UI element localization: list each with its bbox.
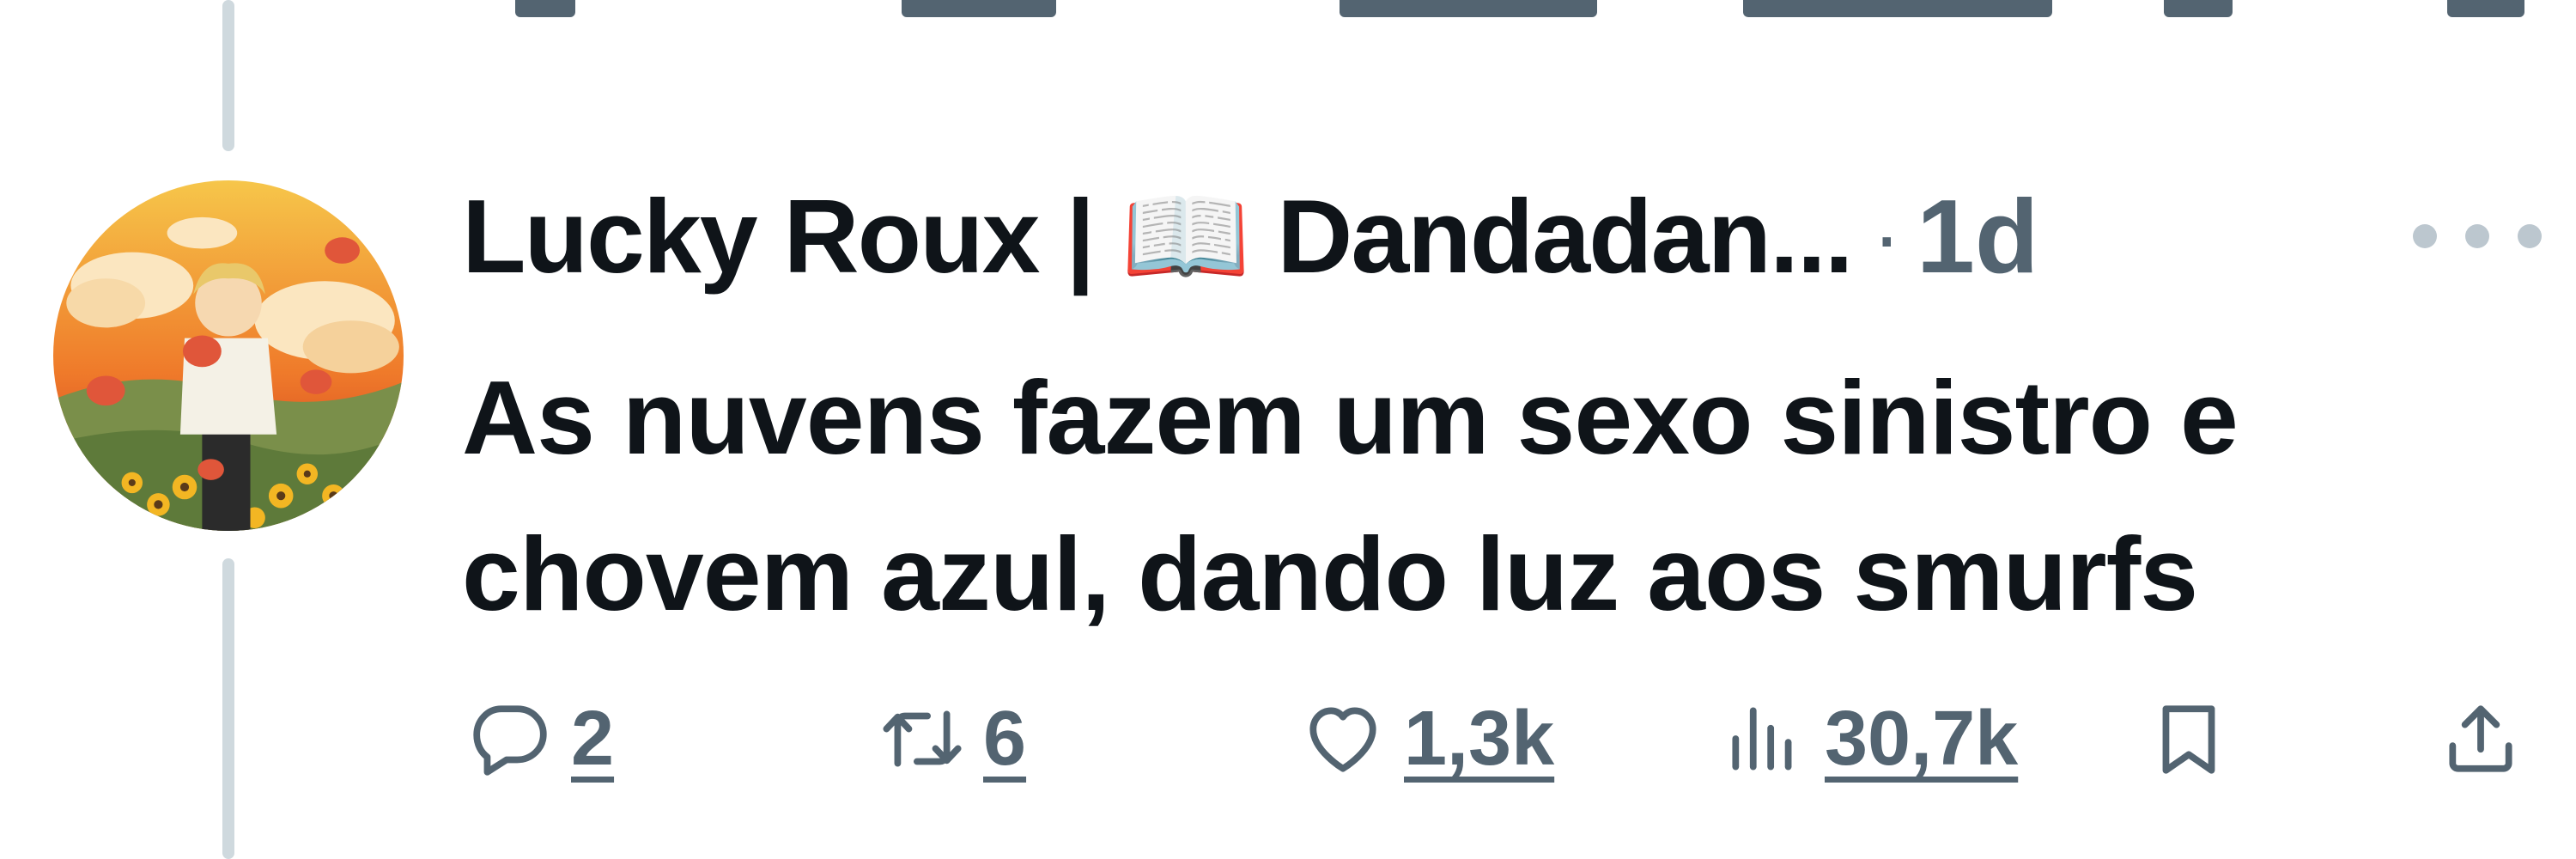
like-count: 1,3k [1404, 695, 1555, 782]
author-display-name[interactable]: Lucky Roux | 📖 Dandadan... [462, 175, 1854, 298]
prev-like-fragment [1340, 0, 1597, 17]
reply-button[interactable]: 2 [468, 687, 614, 790]
prev-views-fragment [1743, 0, 2052, 17]
more-dot [2413, 224, 2437, 248]
heart-icon [1309, 707, 1376, 772]
prev-share-fragment [2447, 0, 2524, 17]
avatar[interactable] [53, 180, 404, 531]
reply-count: 2 [571, 695, 615, 782]
thread-line-top [222, 0, 234, 151]
views-button[interactable]: 30,7k [1722, 687, 2018, 790]
retweet-icon [883, 710, 962, 767]
tweet-text-line-2: chovem azul, dando luz aos smurfs [462, 515, 2198, 632]
more-dot [2518, 224, 2542, 248]
tweet-header: Lucky Roux | 📖 Dandadan... · 1d [462, 172, 2038, 301]
bookmark-button[interactable] [2147, 687, 2231, 790]
tweet-timestamp[interactable]: 1d [1917, 176, 2038, 296]
tweet-action-bar: 2 6 1,3k 30,7k [0, 687, 2576, 790]
more-options-button[interactable] [2413, 215, 2542, 258]
header-separator: · [1872, 187, 1901, 284]
previous-tweet-actions [0, 0, 2576, 17]
tweet-text-line-1: As nuvens fazem um sexo sinistro e [462, 359, 2239, 476]
views-bar-chart-icon [1732, 707, 1792, 771]
more-dot [2465, 224, 2489, 248]
views-count: 30,7k [1825, 695, 2019, 782]
retweet-button[interactable]: 6 [880, 687, 1026, 790]
share-icon [2449, 705, 2512, 772]
tweet-text: As nuvens fazem um sexo sinistro e chove… [462, 339, 2523, 652]
avatar-illustration [53, 180, 404, 531]
bookmark-icon [2162, 705, 2215, 774]
like-button[interactable]: 1,3k [1301, 687, 1554, 790]
prev-bookmark-fragment [2164, 0, 2233, 17]
retweet-count: 6 [983, 695, 1027, 782]
reply-icon [473, 705, 547, 776]
prev-reply-fragment [515, 0, 575, 17]
prev-retweet-fragment [902, 0, 1056, 17]
share-button[interactable] [2439, 687, 2523, 790]
